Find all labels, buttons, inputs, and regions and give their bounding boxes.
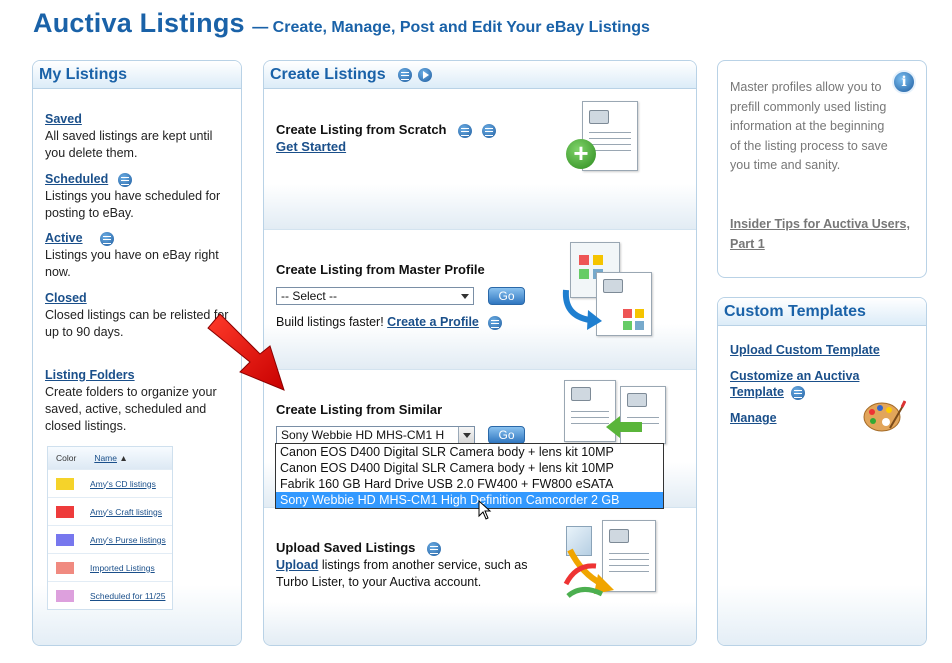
chevron-down-icon (457, 288, 473, 304)
new-listing-illustration-icon: + (564, 101, 644, 173)
folder-row[interactable]: Amy's Purse listings (48, 525, 172, 553)
similar-listing-illustration-icon (564, 380, 668, 446)
saved-desc: All saved listings are kept until you de… (45, 129, 213, 160)
scratch-video-icon[interactable] (481, 123, 496, 138)
upload-description: Upload listings from another service, su… (276, 558, 528, 589)
scratch-title: Create Listing from Scratch (276, 122, 496, 138)
similar-title: Create Listing from Similar (276, 402, 443, 417)
dropdown-option[interactable]: Canon EOS D400 Digital SLR Camera body +… (276, 460, 663, 476)
similar-dropdown-list[interactable]: Canon EOS D400 Digital SLR Camera body +… (275, 443, 664, 509)
page-title: Auctiva Listings (33, 8, 245, 38)
upload-title: Upload Saved Listings (276, 540, 442, 556)
list-info-icon[interactable] (397, 67, 412, 82)
mouse-cursor-icon (478, 500, 492, 520)
folder-name[interactable]: Amy's Purse listings (90, 535, 166, 545)
upload-section: Upload Saved Listings Upload listings fr… (264, 507, 696, 645)
red-arrow-icon (207, 313, 285, 391)
similar-select[interactable]: Sony Webbie HD MHS-CM1 H (276, 426, 475, 444)
active-info-icon[interactable] (100, 231, 115, 246)
customize-info-icon[interactable] (791, 385, 806, 400)
master-profile-title: Create Listing from Master Profile (276, 262, 485, 277)
folder-name[interactable]: Scheduled for 11/25 (90, 591, 165, 601)
scratch-info-icon[interactable] (458, 123, 473, 138)
folder-color-swatch (56, 589, 74, 602)
similar-go-button[interactable]: Go (488, 426, 525, 444)
paint-palette-icon (863, 400, 906, 432)
folder-name[interactable]: Imported Listings (90, 563, 155, 573)
my-listings-heading: My Listings (33, 61, 241, 89)
scratch-section: Create Listing from Scratch Get Started … (264, 89, 696, 229)
sort-asc-icon: ▲ (119, 453, 128, 463)
customize-template-item: Customize an Auctiva Template (730, 368, 890, 400)
listing-folders-desc: Create folders to organize your saved, a… (45, 385, 217, 433)
saved-item: Saved All saved listings are kept until … (45, 111, 233, 162)
chevron-down-icon[interactable] (458, 427, 474, 443)
scheduled-item: Scheduled Listings you have scheduled fo… (45, 171, 233, 222)
play-video-icon[interactable] (417, 67, 432, 82)
create-listings-panel: Create Listings Create Listing from Scra… (263, 60, 697, 646)
scheduled-link[interactable]: Scheduled (45, 172, 108, 186)
active-item: Active Listings you have on eBay right n… (45, 230, 233, 281)
info-icon: i (892, 70, 916, 94)
folder-row[interactable]: Imported Listings (48, 553, 172, 581)
info-panel: Master profiles allow you to prefill com… (717, 60, 927, 278)
folder-name[interactable]: Amy's CD listings (90, 479, 156, 489)
page-subtitle: — Create, Manage, Post and Edit Your eBa… (252, 19, 650, 36)
folders-table-header: Color Name ▲ (48, 447, 172, 469)
upload-link[interactable]: Upload (276, 558, 318, 572)
dropdown-option-selected[interactable]: Sony Webbie HD MHS-CM1 High Definition C… (276, 492, 663, 508)
manage-templates-link[interactable]: Manage (730, 410, 777, 426)
create-profile-link[interactable]: Create a Profile (387, 315, 479, 329)
master-profile-select[interactable]: -- Select -- (276, 287, 474, 305)
folder-color-swatch (56, 561, 74, 574)
folder-color-swatch (56, 505, 74, 518)
master-profile-section: Create Listing from Master Profile -- Se… (264, 229, 696, 369)
folder-name[interactable]: Amy's Craft listings (90, 507, 162, 517)
name-column-header[interactable]: Name (94, 453, 117, 463)
scheduled-desc: Listings you have scheduled for posting … (45, 189, 221, 220)
upload-illustration-icon (562, 520, 662, 604)
upload-info-icon[interactable] (427, 541, 442, 556)
create-listings-header: Create Listings (264, 61, 696, 89)
saved-link[interactable]: Saved (45, 112, 82, 126)
active-link[interactable]: Active (45, 231, 83, 245)
master-profile-illustration-icon (560, 242, 660, 338)
listing-folders-link[interactable]: Listing Folders (45, 368, 135, 382)
insider-tips-link[interactable]: Insider Tips for Auctiva Users, Part 1 (730, 215, 910, 254)
info-text: Master profiles allow you to prefill com… (730, 80, 888, 172)
upload-custom-template-link[interactable]: Upload Custom Template (730, 342, 880, 358)
folder-color-swatch (56, 533, 74, 546)
folders-table: Color Name ▲ Amy's CD listings Amy's Cra… (47, 446, 173, 610)
profile-info-icon[interactable] (488, 315, 503, 330)
folder-row[interactable]: Amy's CD listings (48, 469, 172, 497)
color-column-header: Color (56, 453, 77, 463)
folder-row[interactable]: Amy's Craft listings (48, 497, 172, 525)
dropdown-option[interactable]: Canon EOS D400 Digital SLR Camera body +… (276, 444, 663, 460)
create-listings-heading: Create Listings (270, 65, 386, 83)
closed-link[interactable]: Closed (45, 291, 87, 305)
folder-row[interactable]: Scheduled for 11/25 (48, 581, 172, 609)
active-desc: Listings you have on eBay right now. (45, 248, 219, 279)
custom-templates-panel: Custom Templates Upload Custom Template … (717, 297, 927, 646)
page-header: Auctiva Listings — Create, Manage, Post … (33, 8, 650, 39)
custom-templates-heading: Custom Templates (718, 298, 926, 326)
get-started-link[interactable]: Get Started (276, 139, 346, 154)
build-faster-line: Build listings faster! Create a Profile (276, 315, 503, 330)
scheduled-info-icon[interactable] (117, 172, 132, 187)
folder-color-swatch (56, 477, 74, 490)
dropdown-option[interactable]: Fabrik 160 GB Hard Drive USB 2.0 FW400 +… (276, 476, 663, 492)
master-profile-go-button[interactable]: Go (488, 287, 525, 305)
